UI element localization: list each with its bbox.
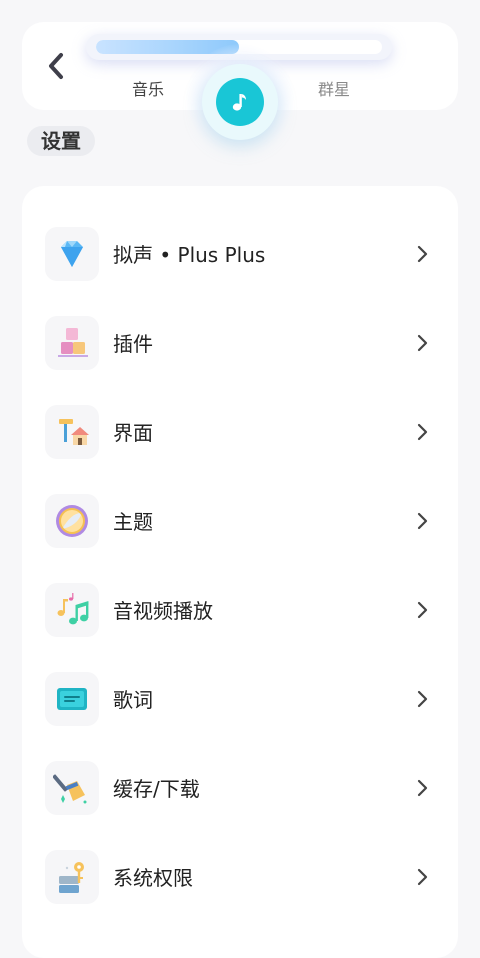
key-permission-icon: [59, 861, 84, 893]
settings-item-label: 插件: [113, 332, 153, 356]
tab-music[interactable]: 音乐: [122, 76, 174, 100]
tab-artists[interactable]: 群星: [308, 76, 360, 100]
chevron-right-icon: [417, 423, 428, 440]
settings-item-label: 歌词: [113, 688, 153, 712]
chevron-right-icon: [417, 779, 428, 796]
back-arrow-icon: [49, 53, 63, 79]
settings-item-label: 拟声 • Plus Plus: [113, 243, 266, 267]
settings-item-label: 主题: [113, 510, 153, 534]
back-button[interactable]: [40, 50, 72, 82]
settings-item-cache[interactable]: 缓存/下载: [22, 743, 458, 832]
chevron-right-icon: [417, 512, 428, 529]
settings-item-interface[interactable]: 界面: [22, 387, 458, 476]
chevron-right-icon: [417, 601, 428, 618]
settings-list: 拟声 • Plus Plus 插件 界面 主题 音视频播放 歌词 缓存/下载 系…: [22, 186, 458, 958]
settings-item-lyrics[interactable]: 歌词: [22, 654, 458, 743]
chevron-right-icon: [417, 690, 428, 707]
paint-house-icon: [59, 418, 89, 445]
settings-item-label: 缓存/下载: [113, 777, 200, 801]
settings-item-theme[interactable]: 主题: [22, 476, 458, 565]
lyrics-screen-icon: [57, 687, 87, 710]
settings-item-label: 界面: [113, 421, 153, 445]
section-title-settings: 设置: [27, 126, 95, 156]
settings-item-plus[interactable]: 拟声 • Plus Plus: [22, 209, 458, 298]
theme-palette-icon: [56, 504, 88, 537]
music-note-icon: [232, 94, 246, 111]
broom-icon: [53, 773, 87, 803]
settings-item-permissions[interactable]: 系统权限: [22, 832, 458, 921]
blocks-icon: [58, 327, 88, 357]
chevron-right-icon: [417, 868, 428, 885]
music-center-button[interactable]: [202, 64, 278, 140]
music-notes-icon: [57, 592, 89, 624]
settings-item-label: 系统权限: [113, 866, 193, 890]
diamond-icon: [61, 240, 83, 267]
settings-item-label: 音视频播放: [113, 599, 213, 623]
chevron-right-icon: [417, 245, 428, 262]
settings-item-plugins[interactable]: 插件: [22, 298, 458, 387]
chevron-right-icon: [417, 334, 428, 351]
settings-item-playback[interactable]: 音视频播放: [22, 565, 458, 654]
